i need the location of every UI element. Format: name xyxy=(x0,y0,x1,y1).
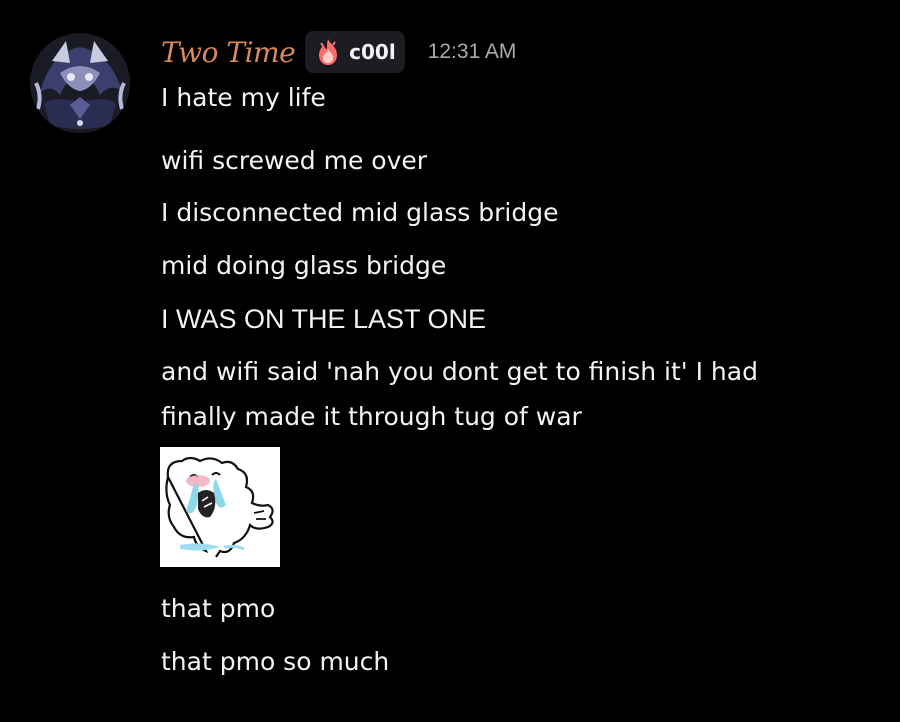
user-avatar[interactable] xyxy=(30,33,130,133)
message-text: and wifi said 'nah you dont get to finis… xyxy=(161,357,758,431)
message-text: mid doing glass bridge xyxy=(161,251,447,280)
message-text: I WAS ON THE LAST ONE xyxy=(161,304,487,334)
role-tag[interactable]: c00l xyxy=(305,31,405,73)
message-text: wifi screwed me over xyxy=(161,146,428,175)
avatar-image xyxy=(30,33,130,133)
message-text: that pmo so much xyxy=(161,647,390,676)
author-name[interactable]: Two Time xyxy=(161,36,296,69)
crying-bear-sticker[interactable] xyxy=(160,447,280,567)
message-text: I disconnected mid glass bridge xyxy=(161,198,559,227)
message-text: I hate my life xyxy=(161,83,326,112)
sticker-image xyxy=(160,447,280,567)
message-header: Two Time c00l 12:31 AM xyxy=(161,30,516,74)
message-text: that pmo xyxy=(161,594,276,623)
message-timestamp[interactable]: 12:31 AM xyxy=(428,40,517,64)
role-tag-label: c00l xyxy=(349,40,396,64)
flame-icon xyxy=(313,37,343,67)
